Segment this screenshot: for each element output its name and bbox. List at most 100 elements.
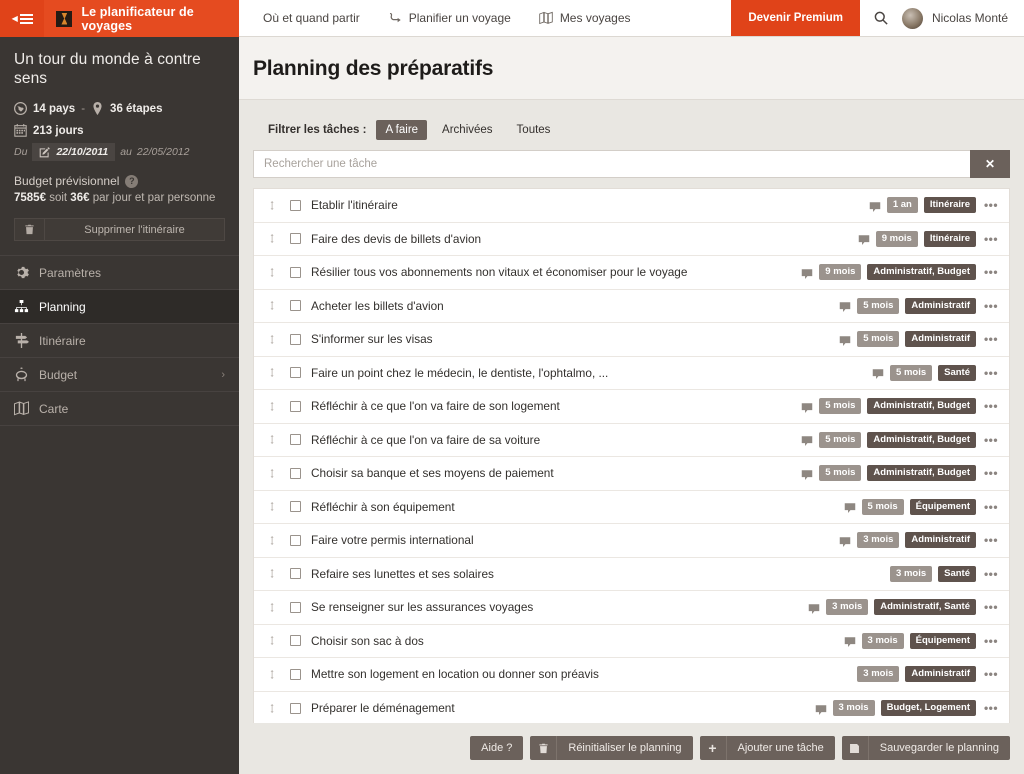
drag-handle-icon[interactable] bbox=[265, 266, 279, 279]
sidebar-item-carte[interactable]: Carte bbox=[0, 392, 239, 427]
comment-icon[interactable] bbox=[858, 233, 870, 246]
sidebar-item-itineraire[interactable]: Itinéraire bbox=[0, 324, 239, 359]
comment-icon[interactable] bbox=[839, 334, 851, 346]
task-row[interactable]: Faire des devis de billets d'avion 9 mois… bbox=[254, 223, 1009, 256]
task-menu-button[interactable]: ••• bbox=[982, 400, 1000, 412]
comment-icon[interactable] bbox=[872, 367, 884, 380]
drag-handle-icon[interactable] bbox=[265, 634, 279, 647]
start-date-chip[interactable]: 22/10/2011 bbox=[32, 143, 116, 162]
task-row[interactable]: Réfléchir à ce que l'on va faire de sa v… bbox=[254, 424, 1009, 457]
task-checkbox[interactable] bbox=[290, 333, 301, 345]
task-row[interactable]: Etablir l'itinéraire 1 an Itinéraire ••• bbox=[254, 189, 1009, 223]
search-input[interactable] bbox=[253, 150, 970, 178]
task-checkbox[interactable] bbox=[290, 266, 301, 278]
premium-button[interactable]: Devenir Premium bbox=[731, 0, 860, 36]
task-menu-button[interactable]: ••• bbox=[982, 300, 1000, 312]
comment-icon[interactable] bbox=[869, 200, 881, 212]
user-menu[interactable]: Nicolas Monté bbox=[901, 0, 1024, 36]
task-row[interactable]: S'informer sur les visas 5 mois Administra… bbox=[254, 323, 1009, 357]
task-row[interactable]: Résilier tous vos abonnements non vitaux… bbox=[254, 256, 1009, 290]
task-checkbox[interactable] bbox=[290, 501, 301, 513]
add-task-button[interactable]: + Ajouter une tâche bbox=[699, 736, 835, 760]
task-menu-button[interactable]: ••• bbox=[982, 534, 1000, 546]
task-checkbox[interactable] bbox=[290, 467, 301, 479]
task-row[interactable]: Se renseigner sur les assurances voyages… bbox=[254, 591, 1009, 625]
comment-icon[interactable] bbox=[801, 434, 813, 447]
drag-handle-icon[interactable] bbox=[265, 467, 279, 480]
tab-a-faire[interactable]: A faire bbox=[376, 120, 428, 140]
task-row[interactable]: Préparer le déménagement 3 mois Budget, Lo… bbox=[254, 692, 1009, 724]
task-menu-button[interactable]: ••• bbox=[982, 668, 1000, 680]
task-checkbox[interactable] bbox=[290, 400, 301, 412]
tab-toutes[interactable]: Toutes bbox=[508, 120, 560, 140]
drag-handle-icon[interactable] bbox=[265, 702, 279, 715]
task-checkbox[interactable] bbox=[290, 199, 301, 211]
task-checkbox[interactable] bbox=[290, 568, 301, 580]
clear-search-button[interactable]: ✕ bbox=[970, 150, 1010, 178]
task-menu-button[interactable]: ••• bbox=[982, 467, 1000, 479]
comment-icon[interactable] bbox=[844, 635, 856, 648]
task-row[interactable]: Faire un point chez le médecin, le denti… bbox=[254, 357, 1009, 390]
task-checkbox[interactable] bbox=[290, 534, 301, 546]
comment-icon[interactable] bbox=[808, 602, 820, 614]
drag-handle-icon[interactable] bbox=[265, 500, 279, 513]
task-checkbox[interactable] bbox=[290, 601, 301, 613]
drag-handle-icon[interactable] bbox=[265, 567, 279, 580]
nav-ou-et-quand-partir[interactable]: Où et quand partir bbox=[249, 0, 374, 37]
reset-planning-button[interactable]: Réinitialiser le planning bbox=[530, 736, 693, 760]
drag-handle-icon[interactable] bbox=[265, 366, 279, 379]
nav-planifier-un-voyage[interactable]: Planifier un voyage bbox=[374, 0, 525, 37]
drag-handle-icon[interactable] bbox=[265, 668, 279, 681]
task-checkbox[interactable] bbox=[290, 635, 301, 647]
task-menu-button[interactable]: ••• bbox=[982, 367, 1000, 379]
task-menu-button[interactable]: ••• bbox=[982, 333, 1000, 345]
comment-icon[interactable] bbox=[839, 535, 851, 547]
task-row[interactable]: Faire votre permis international 3 mois Ad… bbox=[254, 524, 1009, 558]
task-row[interactable]: Choisir son sac à dos 3 mois Équipement ••• bbox=[254, 625, 1009, 658]
help-icon[interactable]: ? bbox=[125, 174, 139, 188]
search-icon[interactable] bbox=[860, 0, 902, 36]
collapse-menu-icon[interactable]: ◀ bbox=[0, 0, 45, 37]
task-menu-button[interactable]: ••• bbox=[982, 266, 1000, 278]
nav-mes-voyages[interactable]: Mes voyages bbox=[525, 0, 645, 37]
task-checkbox[interactable] bbox=[290, 300, 301, 312]
drag-handle-icon[interactable] bbox=[265, 199, 279, 212]
comment-icon[interactable] bbox=[801, 267, 813, 279]
drag-handle-icon[interactable] bbox=[265, 400, 279, 413]
task-checkbox[interactable] bbox=[290, 367, 301, 379]
comment-icon[interactable] bbox=[844, 501, 856, 514]
task-checkbox[interactable] bbox=[290, 702, 301, 714]
drag-handle-icon[interactable] bbox=[265, 601, 279, 614]
comment-icon[interactable] bbox=[801, 401, 813, 413]
sidebar-item-planning[interactable]: Planning bbox=[0, 290, 239, 325]
task-menu-button[interactable]: ••• bbox=[982, 702, 1000, 714]
task-checkbox[interactable] bbox=[290, 668, 301, 680]
tab-archivees[interactable]: Archivées bbox=[433, 120, 502, 140]
task-row[interactable]: Réfléchir à ce que l'on va faire de son … bbox=[254, 390, 1009, 424]
task-row[interactable]: Choisir sa banque et ses moyens de paiem… bbox=[254, 457, 1009, 491]
task-row[interactable]: Mettre son logement en location ou donne… bbox=[254, 658, 1009, 692]
task-checkbox[interactable] bbox=[290, 233, 301, 245]
task-menu-button[interactable]: ••• bbox=[982, 233, 1000, 245]
delete-itinerary-button[interactable]: Supprimer l'itinéraire bbox=[14, 218, 225, 242]
help-button[interactable]: Aide ? bbox=[470, 736, 524, 760]
task-row[interactable]: Acheter les billets d'avion 5 mois Adminis… bbox=[254, 290, 1009, 323]
comment-icon[interactable] bbox=[815, 703, 827, 715]
save-planning-button[interactable]: Sauvegarder le planning bbox=[841, 736, 1010, 760]
drag-handle-icon[interactable] bbox=[265, 433, 279, 446]
task-menu-button[interactable]: ••• bbox=[982, 635, 1000, 647]
drag-handle-icon[interactable] bbox=[265, 534, 279, 547]
drag-handle-icon[interactable] bbox=[265, 299, 279, 312]
task-menu-button[interactable]: ••• bbox=[982, 501, 1000, 513]
comment-icon[interactable] bbox=[839, 300, 851, 313]
task-checkbox[interactable] bbox=[290, 434, 301, 446]
task-menu-button[interactable]: ••• bbox=[982, 199, 1000, 211]
drag-handle-icon[interactable] bbox=[265, 333, 279, 346]
comment-icon[interactable] bbox=[801, 468, 813, 480]
task-menu-button[interactable]: ••• bbox=[982, 601, 1000, 613]
task-menu-button[interactable]: ••• bbox=[982, 434, 1000, 446]
task-menu-button[interactable]: ••• bbox=[982, 568, 1000, 580]
task-row[interactable]: Refaire ses lunettes et ses solaires 3 mo… bbox=[254, 558, 1009, 591]
sidebar-item-parametres[interactable]: Paramètres bbox=[0, 256, 239, 291]
drag-handle-icon[interactable] bbox=[265, 232, 279, 245]
